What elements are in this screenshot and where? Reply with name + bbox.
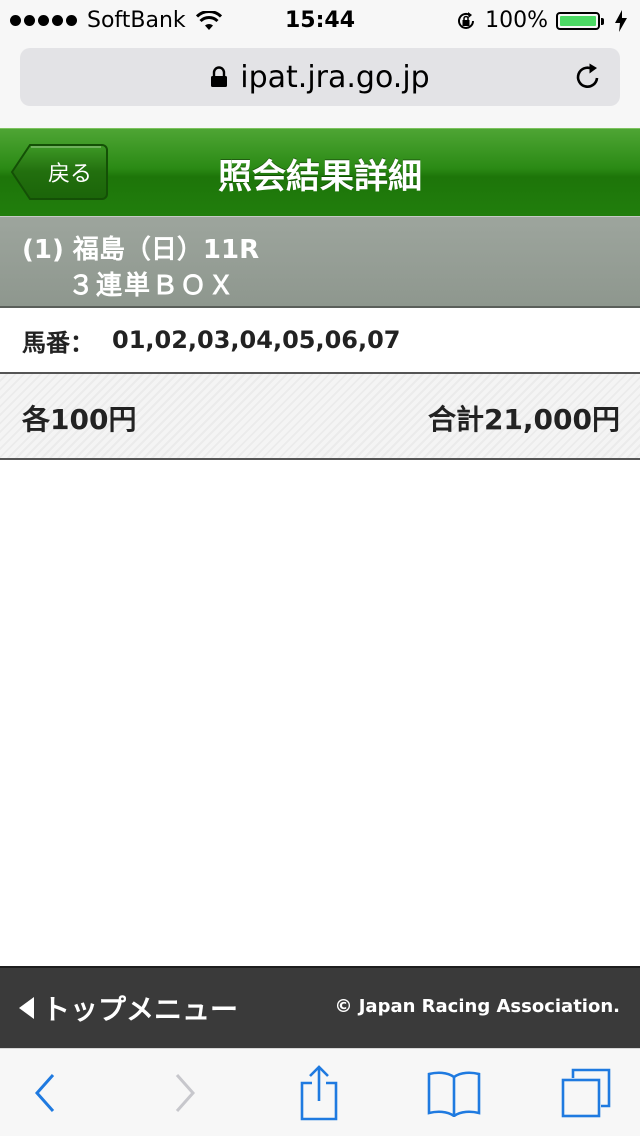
back-button-label: 戻る (47, 162, 92, 187)
amount-row: 各100円 合計21,000円 (0, 374, 640, 460)
url-text: ipat.jra.go.jp (240, 59, 430, 95)
chevron-left-icon (34, 1074, 55, 1112)
bookmarks-button[interactable] (414, 1049, 494, 1136)
browser-back-button[interactable] (10, 1049, 80, 1136)
status-right: 100% (455, 8, 628, 33)
page: SoftBank 15:44 100% ipat.jra.go.jp 戻る 照会… (0, 0, 640, 1136)
share-icon (300, 1065, 338, 1121)
browser-address-area: ipat.jra.go.jp (0, 40, 640, 128)
top-menu-label: トップメニュー (42, 993, 239, 1026)
nav-header: 戻る 照会結果詳細 (0, 128, 640, 216)
copyright-text: © Japan Racing Association. (334, 996, 620, 1017)
amount-each: 各100円 (22, 403, 137, 436)
share-button[interactable] (284, 1049, 354, 1136)
browser-forward-button[interactable] (150, 1049, 220, 1136)
charging-bolt-icon (615, 9, 627, 32)
tabs-button[interactable] (546, 1049, 626, 1136)
top-menu-link[interactable]: トップメニュー (18, 990, 238, 1026)
address-bar[interactable]: ipat.jra.go.jp (20, 48, 620, 106)
horse-numbers-label: 馬番： (22, 328, 94, 357)
horse-numbers-values: 01,02,03,04,05,06,07 (112, 326, 401, 354)
back-button[interactable]: 戻る (10, 143, 108, 201)
amount-total: 合計21,000円 (427, 403, 620, 436)
battery-icon (556, 10, 606, 32)
triangle-left-icon (19, 997, 34, 1019)
battery-fill (560, 15, 596, 26)
reload-icon[interactable] (574, 63, 602, 91)
tabs-icon (561, 1068, 611, 1118)
chevron-right-icon (175, 1074, 196, 1112)
browser-toolbar (0, 1048, 640, 1136)
padlock-icon (211, 66, 228, 87)
site-footer: トップメニュー © Japan Racing Association. (0, 966, 640, 1048)
battery-percent: 100% (485, 8, 548, 33)
rotation-lock-icon (458, 11, 475, 29)
race-info: (1) 福島（日）11R ３連単ＢＯＸ (0, 216, 640, 308)
book-icon (427, 1071, 481, 1117)
bet-type: ３連単ＢＯＸ (68, 271, 237, 301)
status-bar: SoftBank 15:44 100% (0, 0, 640, 40)
horse-numbers-row: 馬番： 01,02,03,04,05,06,07 (0, 308, 640, 374)
race-name: (1) 福島（日）11R (22, 235, 260, 265)
